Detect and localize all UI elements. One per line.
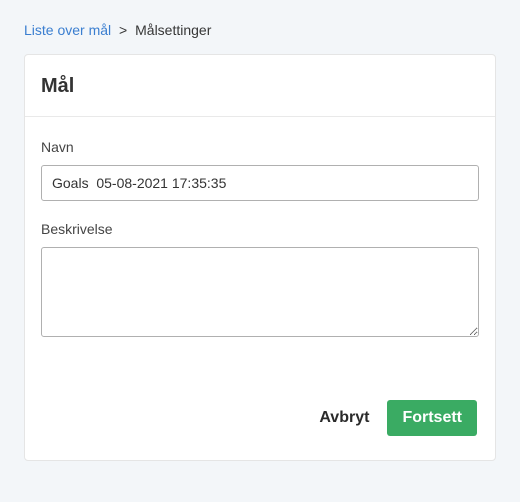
continue-button[interactable]: Fortsett (387, 400, 477, 436)
page-title: Mål (41, 75, 479, 98)
breadcrumb-separator: > (119, 22, 127, 38)
card-header: Mål (25, 55, 495, 117)
description-field-group: Beskrivelse (41, 221, 479, 340)
breadcrumb: Liste over mål > Målsettinger (0, 0, 520, 54)
goal-card: Mål Navn Beskrivelse Avbryt Fortsett (24, 54, 496, 461)
name-input[interactable] (41, 165, 479, 201)
cancel-button[interactable]: Avbryt (315, 401, 373, 435)
description-label: Beskrivelse (41, 221, 479, 237)
name-label: Navn (41, 139, 479, 155)
breadcrumb-current: Målsettinger (135, 22, 211, 38)
name-field-group: Navn (41, 139, 479, 201)
breadcrumb-link-goals-list[interactable]: Liste over mål (24, 22, 111, 38)
card-body: Navn Beskrivelse (25, 117, 495, 380)
card-footer: Avbryt Fortsett (25, 380, 495, 460)
description-textarea[interactable] (41, 247, 479, 337)
